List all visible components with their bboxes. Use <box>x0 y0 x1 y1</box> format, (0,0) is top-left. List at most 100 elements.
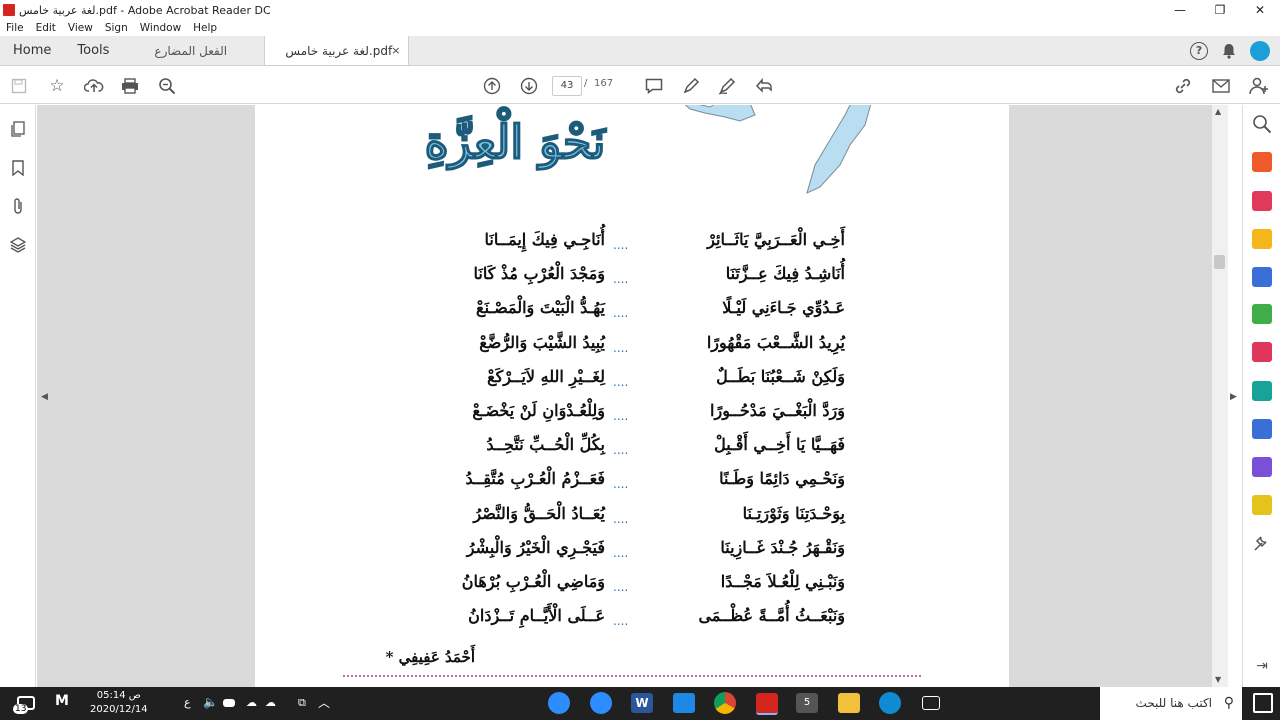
nav-home[interactable]: Home <box>0 36 64 65</box>
collapse-left-pane-icon[interactable]: ◀ <box>41 392 48 402</box>
verse-dots: .... <box>613 511 629 526</box>
word-icon[interactable]: W <box>631 693 653 713</box>
tab-document-1[interactable]: الفعل المضارع (1).pdf <box>134 36 264 88</box>
close-tab-icon[interactable]: × <box>391 36 400 66</box>
verse-second-hemistich: لِغَــيْرِ اللهِ لاَيَــرْكَعْ <box>487 366 605 386</box>
attachments-paperclip-icon[interactable] <box>8 196 28 216</box>
vertical-scrollbar[interactable]: ▲ ▼ <box>1212 105 1228 687</box>
verse-row: عَـدُوِّي جَـاءَنِي لَيْـلًا.... يَهُـدُّ… <box>425 298 845 332</box>
next-page-icon[interactable] <box>518 75 540 97</box>
highlight-pen-icon[interactable] <box>680 75 702 97</box>
draw-sign-icon[interactable] <box>716 75 738 97</box>
clock-date: 2020/12/14 <box>90 704 148 715</box>
zoom-tool-icon[interactable] <box>1252 114 1272 134</box>
upload-cloud-icon[interactable] <box>83 75 105 97</box>
collapse-right-pane-icon[interactable]: ▶ <box>1230 392 1237 402</box>
tab-document-2[interactable]: لغة عربية خامس.pdf × <box>264 36 410 66</box>
menu-window[interactable]: Window <box>134 22 187 34</box>
verse-row: وَنَبْـنِي لِلْعُـلاَ مَجْــدًا.... وَمَا… <box>425 572 845 606</box>
bookmarks-icon[interactable] <box>8 158 28 178</box>
print-icon[interactable] <box>119 75 141 97</box>
verse-second-hemistich: وَمَجْدَ الْعُرْبِ مُذْ كَانَا <box>473 264 605 284</box>
document-workspace: ◀ ▶ نَحْوَ الْعِزَّةِ أَخِـي الْعَــرَبِ… <box>37 105 1237 687</box>
nav-tools[interactable]: Tools <box>64 36 122 65</box>
export-pdf-icon[interactable] <box>1252 152 1272 172</box>
taskbar-search-input[interactable]: اكتب هنا للبحث ⚲ <box>1100 687 1242 720</box>
poem-verses: أَخِـي الْعَــرَبِيَّ يَاثَــائِرْ.... أُ… <box>425 230 845 640</box>
maximize-button[interactable]: ❐ <box>1200 0 1240 20</box>
email-icon[interactable] <box>1210 75 1232 97</box>
convert-pdf-icon[interactable] <box>1252 267 1272 287</box>
page-thumbnails-icon[interactable] <box>8 119 28 139</box>
verse-dots: .... <box>613 614 629 629</box>
send-for-review-icon[interactable] <box>1252 381 1272 401</box>
file-explorer-icon[interactable] <box>838 693 860 713</box>
organize-pages-icon[interactable] <box>1252 191 1272 211</box>
menu-view[interactable]: View <box>62 22 99 34</box>
acrobat-taskbar-icon[interactable] <box>756 693 778 715</box>
language-keyboard-icon[interactable]: M <box>55 693 75 713</box>
verse-row: أُنَاشِـدُ فِيكَ عِــزَّتَنَا.... وَمَجْد… <box>425 264 845 298</box>
link-icon[interactable] <box>1172 75 1194 97</box>
previous-page-icon[interactable] <box>481 75 503 97</box>
protect-shield-icon[interactable] <box>1252 419 1272 439</box>
battery-icon[interactable] <box>223 699 235 707</box>
zoom-meeting-icon[interactable] <box>590 692 612 714</box>
onedrive-icon[interactable]: ☁ <box>265 696 287 716</box>
chrome-icon[interactable] <box>714 692 736 714</box>
bookmark-star-icon[interactable]: ☆ <box>46 75 68 97</box>
bell-icon[interactable] <box>1222 43 1236 59</box>
comment-tool-icon[interactable] <box>1252 229 1272 249</box>
more-tools-icon[interactable] <box>1252 533 1272 553</box>
menu-sign[interactable]: Sign <box>99 22 134 34</box>
save-icon[interactable] <box>8 75 30 97</box>
request-signature-icon[interactable] <box>1252 457 1272 477</box>
window-title: لغة عربية خامس.pdf - Adobe Acrobat Reade… <box>19 3 271 17</box>
verse-dots: .... <box>613 477 629 492</box>
menu-file[interactable]: File <box>0 22 30 34</box>
verse-row: وَنَبْعَــثُ أُمَّــةً عُظْــمَى.... عَــ… <box>425 606 845 640</box>
fill-sign-icon[interactable] <box>1252 342 1272 362</box>
input-language-indicator[interactable]: ع <box>184 696 191 709</box>
verse-dots: .... <box>613 374 629 389</box>
menu-edit[interactable]: Edit <box>30 22 62 34</box>
scroll-thumb[interactable] <box>1214 255 1225 269</box>
zoom-search-icon[interactable] <box>156 75 178 97</box>
layers-icon[interactable] <box>8 235 28 255</box>
pdf-page: نَحْوَ الْعِزَّةِ أَخِـي الْعَــرَبِيَّ … <box>255 105 1009 687</box>
photos-icon[interactable] <box>673 693 695 713</box>
menu-bar: File Edit View Sign Window Help <box>0 20 1280 36</box>
comment-icon[interactable] <box>643 75 665 97</box>
device-icon[interactable]: ⧉ <box>298 696 320 716</box>
close-window-button[interactable]: ✕ <box>1240 0 1280 20</box>
verse-dots: .... <box>613 306 629 321</box>
verse-first-hemistich: وَنَحْـمِي دَائِمًا وَطَـنًا <box>719 469 845 489</box>
search-icon: ⚲ <box>1223 695 1234 711</box>
create-pdf-icon[interactable] <box>1252 495 1272 515</box>
show-hidden-icons-chevron[interactable]: ︿ <box>318 694 340 714</box>
taskbar-clock[interactable]: 05:14 ص 2020/12/14 <box>90 689 148 717</box>
start-windows-icon[interactable] <box>1253 693 1273 713</box>
scroll-down-icon[interactable]: ▼ <box>1215 675 1221 684</box>
help-icon[interactable]: ? <box>1190 42 1208 60</box>
scroll-up-icon[interactable]: ▲ <box>1215 107 1221 116</box>
verse-first-hemistich: وَنَقْـهَرُ جُـنْدَ غَــازِينَا <box>720 537 845 557</box>
zoom-app-icon[interactable] <box>548 692 570 714</box>
edge-icon[interactable] <box>879 692 901 714</box>
verse-row: بِوَحْـدَتِنَا وَثَوْرَتِـنَا.... يُعَــا… <box>425 504 845 538</box>
task-view-icon[interactable] <box>922 696 940 710</box>
minimize-button[interactable]: — <box>1160 0 1200 20</box>
poem-title: نَحْوَ الْعِزَّةِ <box>424 114 606 170</box>
account-avatar-icon[interactable] <box>1250 41 1270 61</box>
page-number-input[interactable]: 43 <box>552 76 582 96</box>
tab-bar: Home Tools الفعل المضارع (1).pdf لغة عرب… <box>0 36 1280 88</box>
expand-tools-icon[interactable]: ⇥ <box>1252 658 1272 678</box>
edit-pdf-icon[interactable] <box>1252 304 1272 324</box>
verse-second-hemistich: عَــلَى الْأَيَّــامِ تَــزْدَانُ <box>468 606 605 626</box>
share-send-icon[interactable] <box>753 75 775 97</box>
add-user-icon[interactable] <box>1248 75 1270 97</box>
menu-help[interactable]: Help <box>187 22 223 34</box>
volume-icon[interactable]: 🔈 <box>203 695 225 715</box>
tab-label: لغة عربية خامس.pdf <box>285 44 393 58</box>
taskbar-app-icon[interactable]: 5 <box>796 693 818 713</box>
